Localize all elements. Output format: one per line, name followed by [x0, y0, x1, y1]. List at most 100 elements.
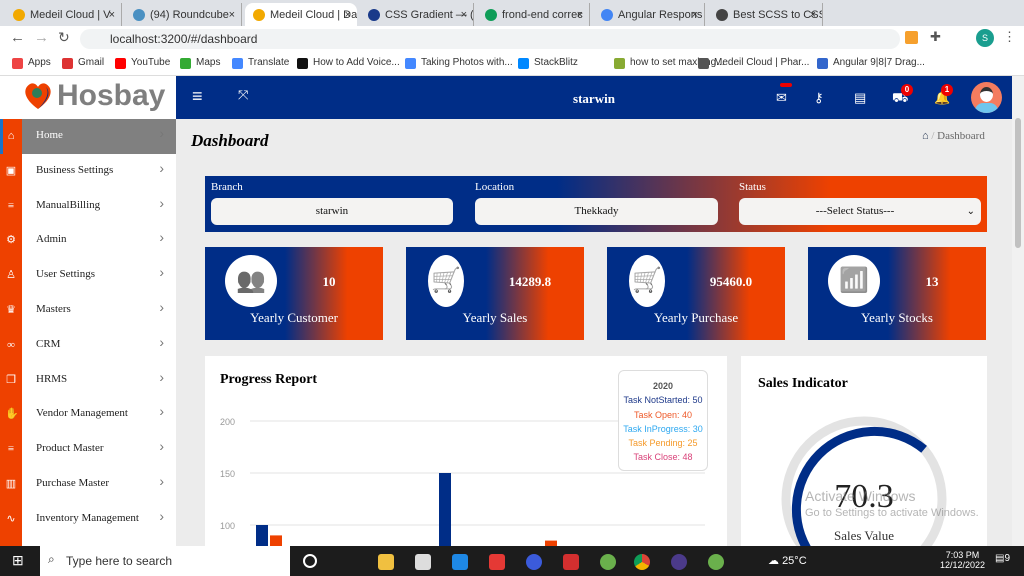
mail-icon[interactable]: ✉ [776, 90, 787, 106]
key-icon[interactable]: ⚷ [814, 90, 824, 106]
bookmark-item[interactable]: how to set maxleng... [630, 57, 725, 68]
browser-tab[interactable]: Medeil Cloud | Da × [245, 3, 357, 26]
translate-icon[interactable]: ▤ [854, 90, 866, 106]
weather[interactable]: ☁ 25°C [768, 554, 807, 567]
branch-field[interactable]: starwin [211, 198, 453, 225]
browser-tab[interactable]: CSS Gradient — (× [360, 3, 474, 26]
close-icon[interactable]: × [577, 9, 583, 21]
bookmark-item[interactable]: Translate [248, 57, 289, 68]
favicon-icon [13, 8, 25, 21]
sidebar-item-user-settings[interactable]: User Settings › [22, 258, 176, 293]
clock[interactable]: 7:03 PM 12/12/2022 [940, 550, 985, 570]
windows-start-icon[interactable]: ⊞ [12, 552, 24, 569]
bookmark-icon [12, 58, 23, 69]
sidebar-item-label: Admin [36, 233, 67, 246]
notification-center-icon[interactable]: ▤9 [995, 553, 1010, 564]
sidebar-item-admin[interactable]: Admin › [22, 223, 176, 258]
reload-icon[interactable]: ↻ [58, 29, 70, 46]
database-icon: ≡ [7, 199, 15, 212]
profile-avatar[interactable]: S [976, 29, 994, 47]
stat-card[interactable]: 📶 13 Yearly Stocks [808, 247, 986, 340]
location-label: Location [475, 181, 515, 193]
close-icon[interactable]: × [229, 9, 235, 21]
bar[interactable] [439, 473, 451, 546]
logo[interactable]: Hosbay [0, 76, 176, 119]
back-icon[interactable]: ← [10, 29, 25, 46]
close-icon[interactable]: × [692, 9, 698, 21]
user-avatar[interactable] [971, 82, 1002, 113]
sidebar-item-label: ManualBilling [36, 198, 101, 211]
sidebar-item-purchase-master[interactable]: Purchase Master › [22, 467, 176, 502]
database-icon: ≡ [7, 443, 15, 456]
taskbar-search[interactable]: ⌕ Type here to search [40, 546, 290, 576]
browser-tab[interactable]: Best SCSS to CSS × [708, 3, 823, 26]
browser-tab-bar: Medeil Cloud | V × (94) Roundcube × Medeil C… [0, 0, 1024, 26]
file-explorer-icon[interactable] [378, 554, 394, 570]
stat-card[interactable]: 🛒 14289.8 Yearly Sales [406, 247, 584, 340]
bookmark-item[interactable]: Gmail [78, 57, 104, 68]
url-input[interactable]: localhost:3200/#/dashboard [80, 29, 900, 49]
app-icon[interactable] [526, 554, 542, 570]
users-icon: 👥 [225, 255, 277, 307]
tab-label: Medeil Cloud | V [30, 8, 111, 21]
sidebar-item-inventory-management[interactable]: Inventory Management › [22, 502, 176, 537]
stat-card[interactable]: 🛒 95460.0 Yearly Purchase [607, 247, 785, 340]
spring-icon[interactable] [600, 554, 616, 570]
stat-label: Yearly Customer [250, 310, 338, 325]
browser-tab[interactable]: (94) Roundcube × [125, 3, 242, 26]
tooltip-row: Task Pending: 25 [628, 438, 698, 449]
sidebar-item-home[interactable]: Home › [22, 119, 176, 154]
browser-tab[interactable]: frond-end correc × [477, 3, 590, 26]
puzzle-icon[interactable]: ✚ [930, 29, 941, 45]
close-icon[interactable]: × [109, 9, 115, 21]
browser-tab[interactable]: Medeil Cloud | V × [5, 3, 122, 26]
bookmark-icon [698, 58, 709, 69]
app-icon[interactable] [563, 554, 579, 570]
close-icon[interactable]: × [810, 9, 816, 21]
close-icon[interactable]: × [461, 9, 467, 21]
bookmark-item[interactable]: Maps [196, 57, 220, 68]
chevron-right-icon: › [159, 507, 164, 524]
sidebar-item-label: Vendor Management [36, 407, 128, 420]
bar[interactable] [256, 525, 268, 546]
save-icon: ▣ [5, 164, 17, 177]
menu-icon[interactable]: ⋮ [1003, 29, 1016, 45]
bar[interactable] [270, 535, 282, 546]
sidebar-item-manualbilling[interactable]: ManualBilling › [22, 189, 176, 224]
close-icon[interactable]: × [345, 9, 351, 21]
branch-label: Branch [211, 181, 243, 193]
bookmark-item[interactable]: Medeil Cloud | Phar... [714, 57, 809, 68]
bookmark-item[interactable]: YouTube [131, 57, 170, 68]
heartbeat-icon: ∿ [6, 512, 16, 525]
sidebar-item-business-settings[interactable]: Business Settings › [22, 154, 176, 189]
sidebar-item-product-master[interactable]: Product Master › [22, 432, 176, 467]
vscode-icon[interactable] [452, 554, 468, 570]
home-icon[interactable]: ⌂ [922, 130, 929, 142]
bookmark-item[interactable]: Apps [28, 57, 51, 68]
bookmark-item[interactable]: Angular 9|8|7 Drag... [833, 57, 925, 68]
forward-icon[interactable]: → [34, 29, 49, 46]
browser-tab[interactable]: Angular Respons × [593, 3, 705, 26]
sidebar-item-vendor-management[interactable]: Vendor Management › [22, 397, 176, 432]
extension-icon[interactable] [905, 31, 918, 44]
bookmark-item[interactable]: StackBlitz [534, 57, 578, 68]
sidebar-item-masters[interactable]: Masters › [22, 293, 176, 328]
user-icon: ♙ [6, 269, 16, 282]
stat-card[interactable]: 👥 10 Yearly Customer [205, 247, 383, 340]
location-field[interactable]: Thekkady [475, 198, 718, 225]
eclipse-icon[interactable] [671, 554, 687, 570]
sidebar-item-label: Product Master [36, 442, 104, 455]
bookmark-item[interactable]: Taking Photos with... [421, 57, 513, 68]
status-select[interactable]: ---Select Status--- ⌄ [739, 198, 981, 225]
chrome-icon[interactable] [634, 554, 650, 570]
tooltip-row: Task Open: 40 [633, 409, 693, 420]
spring-icon[interactable] [708, 554, 724, 570]
sidebar-item-crm[interactable]: CRM › [22, 328, 176, 363]
anydesk-icon[interactable] [489, 554, 505, 570]
cortana-icon[interactable] [303, 554, 317, 568]
search-icon: ⌕ [48, 552, 55, 566]
bookmark-item[interactable]: How to Add Voice... [313, 57, 400, 68]
sidebar-item-hrms[interactable]: HRMS › [22, 363, 176, 398]
scrollbar[interactable] [1012, 76, 1024, 546]
notes-icon[interactable] [415, 554, 431, 570]
